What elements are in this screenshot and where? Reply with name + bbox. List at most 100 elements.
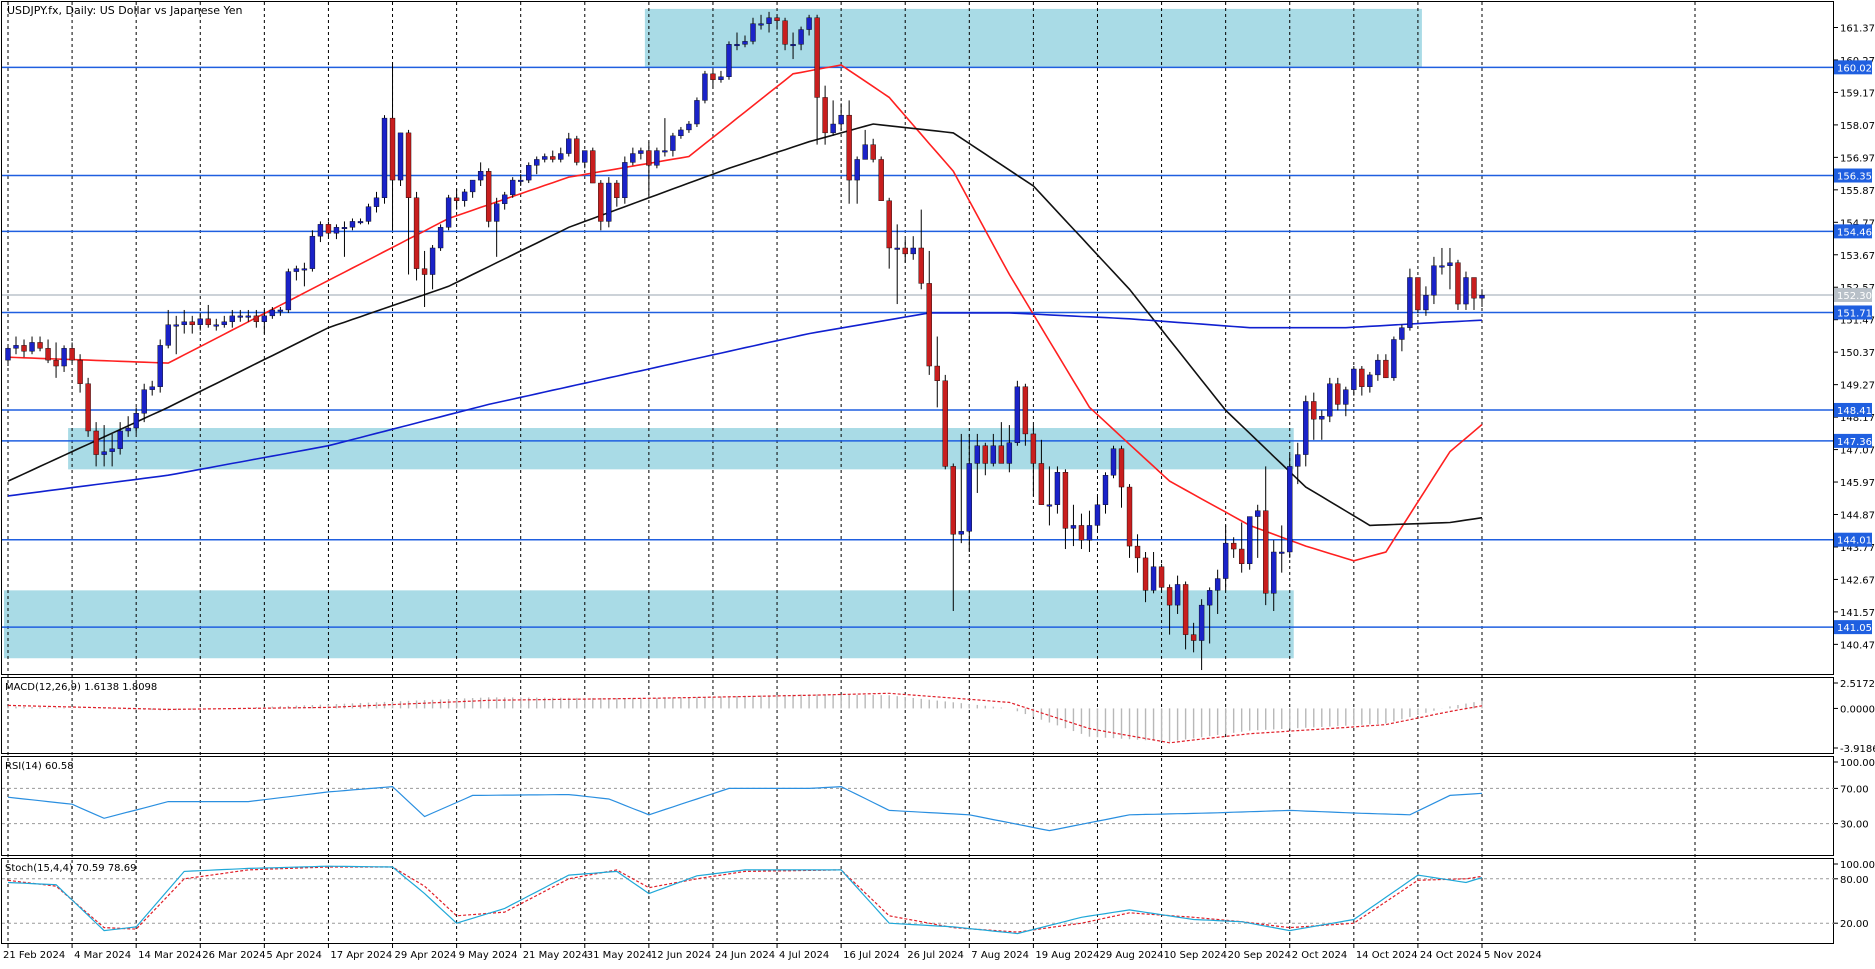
- candle-body: [349, 221, 356, 228]
- candle-body: [1126, 486, 1133, 547]
- candle-body: [974, 445, 980, 464]
- candle-body: [93, 430, 99, 455]
- candle-body: [558, 153, 564, 160]
- candle-body: [477, 171, 484, 181]
- candle-body: [1247, 516, 1253, 564]
- macd-tick-label: -3.9186: [1840, 744, 1875, 755]
- candle-body: [518, 179, 524, 182]
- candle-body: [1455, 262, 1461, 305]
- candle-body: [582, 150, 588, 163]
- candle-body: [1351, 368, 1357, 390]
- candle-body: [750, 23, 756, 42]
- candle-body: [149, 386, 155, 390]
- candle-body: [21, 345, 27, 352]
- candle-body: [501, 194, 508, 204]
- candle-body: [662, 150, 668, 153]
- candle-body: [101, 451, 107, 455]
- macd-tick-label: 2.5172: [1840, 679, 1875, 690]
- candle-body: [1431, 265, 1437, 296]
- candle-body: [702, 73, 708, 101]
- candle-body: [966, 463, 972, 532]
- candle-body: [461, 191, 468, 201]
- candle-body: [510, 179, 516, 196]
- stoch-tick-label: 100.00: [1840, 860, 1875, 871]
- candle-body: [838, 114, 844, 125]
- candle-body: [958, 531, 964, 535]
- date-label: 17 Apr 2024: [330, 950, 392, 961]
- date-label: 5 Nov 2024: [1484, 950, 1542, 961]
- price-tick-label: 153.670: [1840, 251, 1875, 262]
- level-tag-label: 154.463: [1837, 227, 1875, 238]
- date-label: 21 Feb 2024: [3, 950, 65, 961]
- price-tick-label: 145.970: [1840, 478, 1875, 489]
- level-tag-label: 141.054: [1837, 623, 1875, 634]
- candle-body: [1150, 566, 1157, 591]
- candle-body: [1407, 277, 1413, 328]
- candle-body: [421, 268, 428, 275]
- chart-title: USDJPY.fx, Daily: US Dollar vs Japanese …: [7, 4, 243, 17]
- rsi-label: RSI(14) 60.58: [5, 761, 74, 772]
- candle-body: [485, 171, 492, 222]
- candle-body: [742, 41, 748, 45]
- candle-body: [1471, 277, 1477, 299]
- candle-body: [69, 348, 75, 361]
- candle-body: [429, 247, 436, 275]
- candle-body: [125, 427, 131, 432]
- candle-body: [998, 445, 1005, 464]
- candle-body: [606, 182, 612, 222]
- candle-body: [790, 44, 796, 47]
- candle-body: [1086, 525, 1093, 541]
- candle-body: [61, 348, 67, 367]
- candle-body: [1447, 262, 1453, 266]
- candle-body: [1022, 386, 1029, 435]
- candle-body: [413, 197, 420, 269]
- candle-body: [766, 17, 772, 24]
- candle-body: [710, 73, 716, 80]
- level-tag-label: 156.355: [1837, 172, 1875, 183]
- price-tick-label: 155.870: [1840, 186, 1875, 197]
- level-tag-label: 147.364: [1837, 437, 1875, 448]
- candle-body: [942, 380, 948, 467]
- candle-body: [1271, 551, 1277, 594]
- candle-body: [1182, 584, 1189, 635]
- candle-body: [77, 359, 83, 384]
- candle-body: [1014, 386, 1021, 443]
- candle-body: [1030, 433, 1037, 464]
- date-label: 24 Oct 2024: [1420, 950, 1482, 961]
- candle-body: [221, 321, 227, 325]
- date-label: 16 Jul 2024: [843, 950, 900, 961]
- date-label: 4 Jul 2024: [779, 950, 829, 961]
- candle-body: [1214, 578, 1221, 591]
- date-label: 14 Mar 2024: [138, 950, 201, 961]
- date-label: 26 Jul 2024: [907, 950, 964, 961]
- candle-body: [381, 117, 388, 199]
- candle-body: [1367, 374, 1373, 387]
- candle-body: [1391, 339, 1397, 379]
- candle-body: [197, 318, 203, 325]
- candle-body: [630, 153, 636, 163]
- candle-body: [542, 156, 548, 160]
- price-tick-label: 161.370: [1840, 23, 1875, 34]
- candle-body: [614, 182, 620, 199]
- chart-window: 2.5172 0.0000 -3.9186 100.00 70.00 30.00 100…: [0, 0, 1875, 964]
- candle-body: [686, 123, 692, 131]
- candle-body: [1190, 634, 1197, 641]
- candle-body: [1295, 454, 1301, 467]
- candle-body: [1255, 510, 1261, 517]
- candle-body: [245, 315, 252, 318]
- candle-body: [1054, 472, 1061, 505]
- candle-body: [285, 271, 292, 311]
- candle-body: [469, 179, 476, 193]
- candle-body: [1038, 463, 1045, 505]
- candle-body: [990, 445, 997, 464]
- price-chart[interactable]: 2.5172 0.0000 -3.9186 100.00 70.00 30.00 100…: [0, 0, 1875, 964]
- candle-body: [189, 321, 195, 325]
- candle-body: [365, 206, 372, 222]
- level-tag-label: 144.016: [1837, 536, 1875, 547]
- candle-body: [1198, 604, 1205, 641]
- date-label: 19 Aug 2024: [1035, 950, 1099, 961]
- candle-body: [1375, 359, 1381, 376]
- candle-body: [317, 224, 324, 237]
- date-label: 29 Apr 2024: [395, 950, 457, 961]
- candle-body: [1094, 504, 1101, 526]
